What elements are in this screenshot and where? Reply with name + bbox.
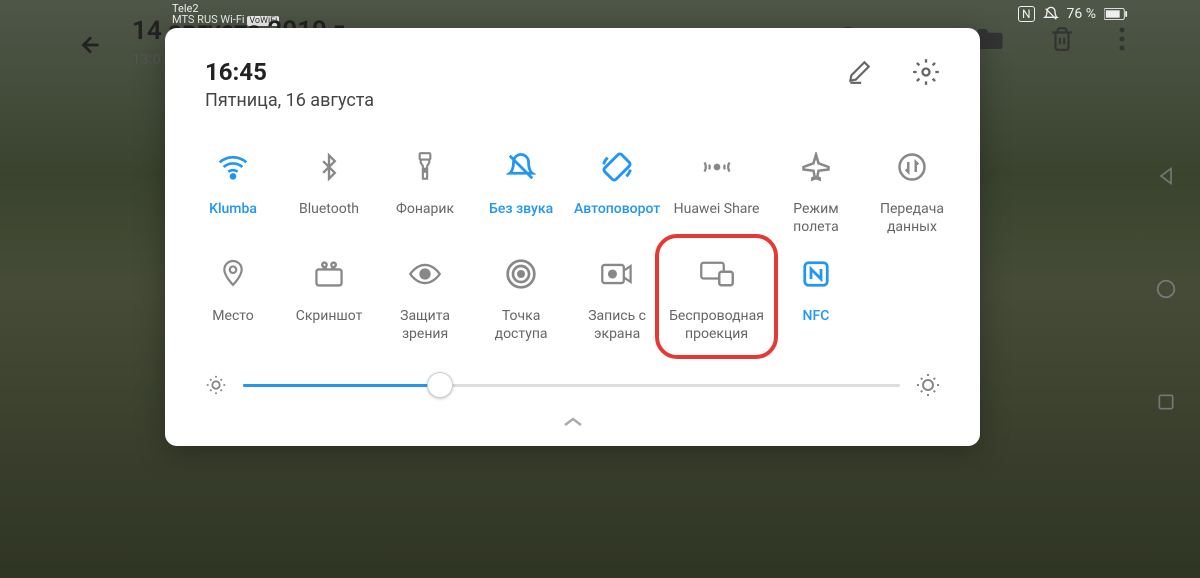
screenshot-icon [313,260,345,288]
location-icon [220,258,246,290]
tiles-grid: Klumba Bluetooth Фонарик Без звука Автоп… [165,131,980,353]
tile-label: Защита зрения [381,308,469,343]
tile-location[interactable]: Место [185,246,281,353]
tile-autorotate[interactable]: Автоповорот [569,139,665,246]
brightness-high-icon [916,373,940,397]
tile-label: NFC [803,308,830,326]
tile-label: Без звука [489,201,553,219]
hotspot-icon [505,258,537,290]
data-transfer-icon [897,152,927,182]
tile-label: Беспроводная проекция [669,308,764,343]
tile-label: Передача данных [868,201,956,236]
panel-header-left: 16:45 Пятница, 16 августа [205,58,374,111]
tile-flashlight[interactable]: Фонарик [377,139,473,246]
chevron-up-icon [561,416,585,428]
tile-nfc[interactable]: NFC [768,246,864,353]
more-icon[interactable] [1119,26,1125,52]
panel-header: 16:45 Пятница, 16 августа [165,58,980,131]
brightness-low-icon [205,374,227,396]
tile-empty [864,246,960,353]
tile-label: Скриншот [296,308,363,326]
tile-hotspot[interactable]: Точка доступа [473,246,569,353]
flashlight-icon [412,151,438,183]
trash-icon[interactable] [1049,26,1075,52]
panel-time: 16:45 [205,58,374,86]
nav-recent-icon[interactable] [1156,392,1176,412]
huawei-share-icon [700,152,734,182]
brightness-row [165,353,980,407]
tile-silent[interactable]: Без звука [473,139,569,246]
tile-label: Режим полета [772,201,860,236]
tile-data[interactable]: Передача данных [864,139,960,246]
bluetooth-icon [315,151,343,183]
nav-bar [1136,0,1196,578]
tile-label: Фонарик [396,201,454,219]
eye-icon [408,262,442,286]
panel-date: Пятница, 16 августа [205,90,374,111]
tile-label: Huawei Share [674,201,760,219]
nav-back-icon[interactable] [1156,166,1176,186]
panel-header-actions [846,58,940,86]
tile-label: Место [212,308,253,326]
brightness-slider[interactable] [243,384,900,387]
airplane-icon [801,152,831,182]
nav-home-icon[interactable] [1155,278,1177,300]
edit-icon[interactable] [846,59,872,85]
tile-label: Запись с экрана [573,308,661,343]
cast-icon [699,260,735,288]
wifi-icon [217,151,249,183]
brightness-thumb[interactable] [427,372,453,398]
tile-label: Автоповорот [574,201,660,219]
tile-wifi[interactable]: Klumba [185,139,281,246]
tile-label: Klumba [209,201,257,219]
quick-settings-panel: 16:45 Пятница, 16 августа Klumba Bluetoo… [165,28,980,446]
bell-off-icon [506,151,536,183]
brightness-fill [243,384,440,387]
tile-bluetooth[interactable]: Bluetooth [281,139,377,246]
tile-airplane[interactable]: Режим полета [768,139,864,246]
tile-huawei-share[interactable]: Huawei Share [665,139,768,246]
tile-label: Точка доступа [477,308,565,343]
gear-icon[interactable] [912,58,940,86]
expand-chevron[interactable] [165,407,980,436]
nfc-icon [801,259,831,289]
tile-label: Bluetooth [299,201,359,219]
tile-eyecomfort[interactable]: Защита зрения [377,246,473,353]
tile-screenshot[interactable]: Скриншот [281,246,377,353]
tile-screenrec[interactable]: Запись с экрана [569,246,665,353]
back-icon[interactable] [78,32,104,58]
tile-wireless-projection[interactable]: Беспроводная проекция [665,246,768,353]
screenrec-icon [600,261,634,287]
autorotate-icon [601,151,633,183]
